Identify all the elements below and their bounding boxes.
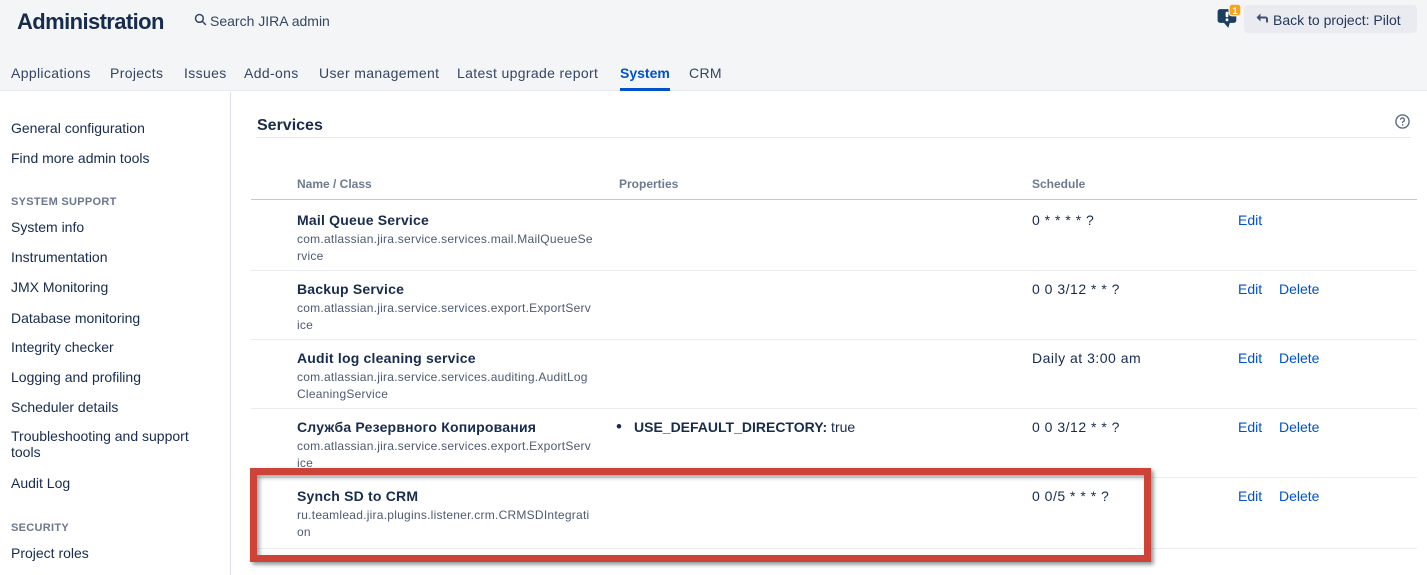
svg-text:1: 1 (1232, 6, 1238, 17)
